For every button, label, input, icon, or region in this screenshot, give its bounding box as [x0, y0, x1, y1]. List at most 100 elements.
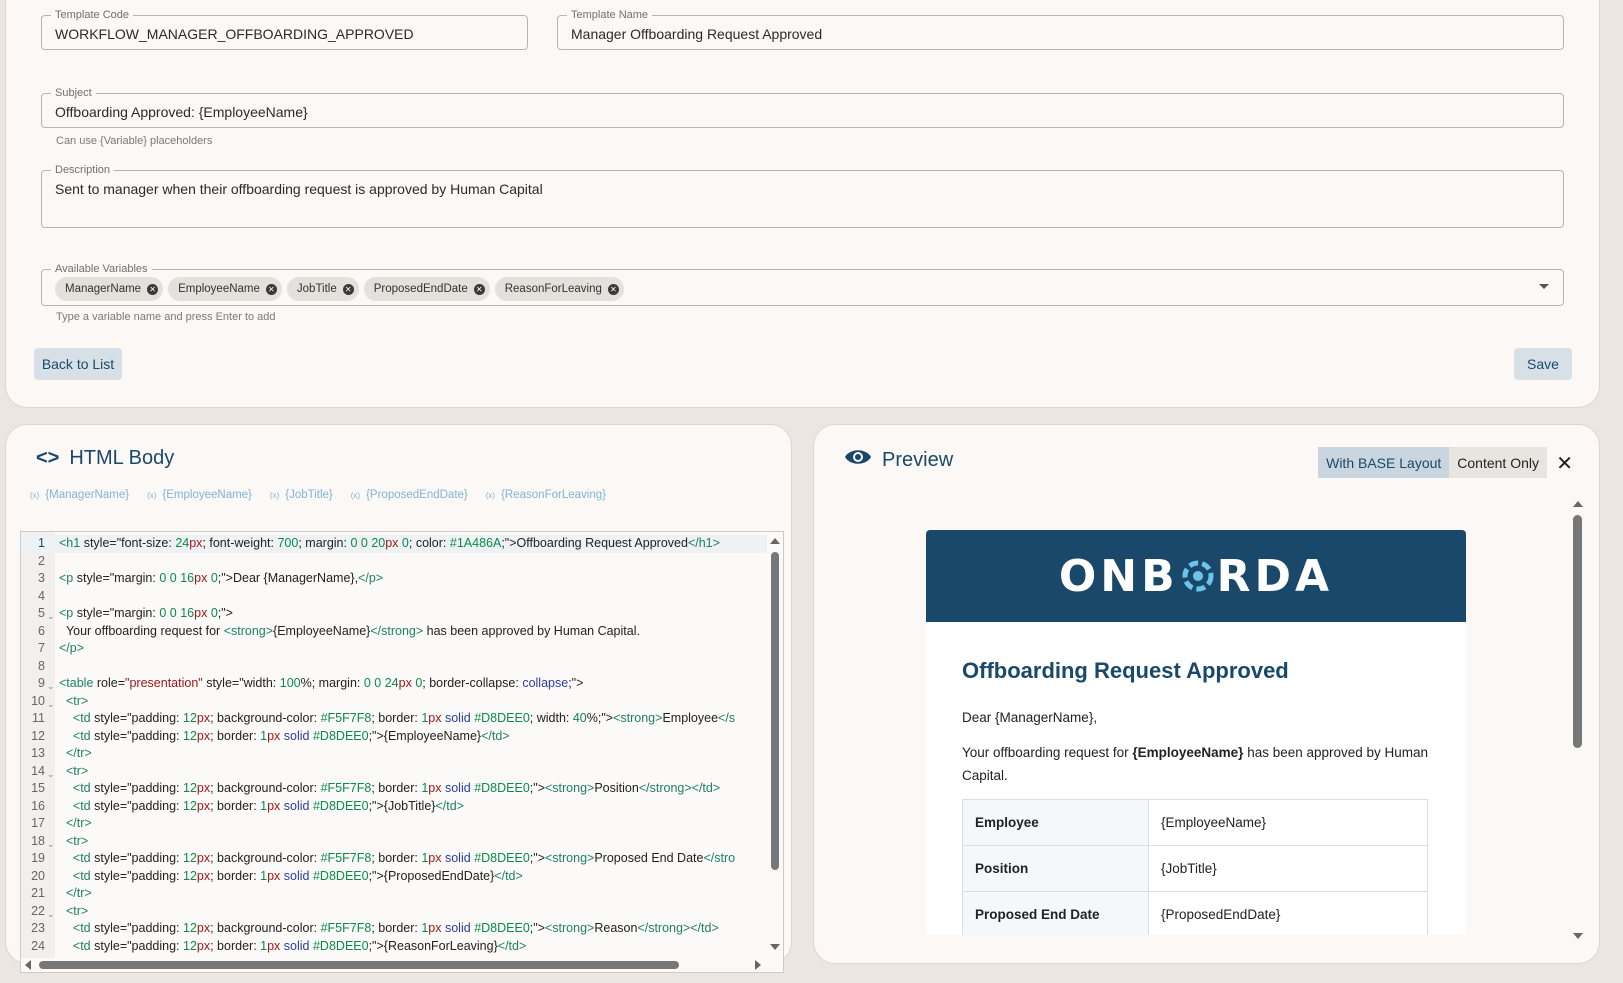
- remove-chip-icon[interactable]: ✕: [147, 283, 159, 295]
- variable-chip[interactable]: ManagerName ✕: [55, 277, 164, 301]
- scroll-left-icon[interactable]: [25, 960, 31, 970]
- code-text[interactable]: <p style="margin: 0 0 16px 0;">: [59, 605, 233, 623]
- template-code-field[interactable]: Template Code WORKFLOW_MANAGER_OFFBOARDI…: [41, 8, 528, 50]
- description-value[interactable]: Sent to manager when their offboarding r…: [55, 181, 543, 197]
- code-line[interactable]: 9 ⌄ <table role="presentation" style="widt…: [21, 675, 767, 693]
- code-line[interactable]: 7 </p>: [21, 640, 767, 658]
- code-line[interactable]: 24 <td style="padding: 12px; border: 1px…: [21, 938, 767, 956]
- insert-variable-chip[interactable]: (x) {JobTitle}: [270, 489, 333, 501]
- subject-field[interactable]: Subject Offboarding Approved: {EmployeeN…: [41, 86, 1564, 128]
- description-field[interactable]: Description Sent to manager when their o…: [41, 163, 1564, 228]
- template-form-card: Template Code WORKFLOW_MANAGER_OFFBOARDI…: [5, 0, 1600, 408]
- variable-chip[interactable]: ProposedEndDate ✕: [363, 277, 490, 301]
- insert-variable-chip[interactable]: (x) {EmployeeName}: [147, 489, 252, 501]
- remove-chip-icon[interactable]: ✕: [473, 283, 485, 295]
- code-line[interactable]: 4: [21, 588, 767, 606]
- code-lines[interactable]: 1 <h1 style="font-size: 24px; font-weight…: [21, 535, 767, 955]
- scroll-thumb[interactable]: [771, 552, 779, 870]
- line-number: 10: [31, 693, 45, 708]
- with-base-layout-toggle[interactable]: With BASE Layout: [1318, 447, 1450, 478]
- remove-chip-icon[interactable]: ✕: [342, 283, 354, 295]
- code-line[interactable]: 20 <td style="padding: 12px; border: 1px…: [21, 868, 767, 886]
- code-line[interactable]: 13 </tr>: [21, 745, 767, 763]
- code-line[interactable]: 21 </tr>: [21, 885, 767, 903]
- template-name-value[interactable]: Manager Offboarding Request Approved: [571, 26, 822, 42]
- insert-variable-chip[interactable]: (x) {ManagerName}: [30, 489, 129, 501]
- code-text[interactable]: </tr>: [59, 815, 92, 833]
- back-to-list-button[interactable]: Back to List: [34, 348, 122, 380]
- code-line[interactable]: 14 ⌄ <tr>: [21, 763, 767, 781]
- code-line[interactable]: 23 <td style="padding: 12px; background-…: [21, 920, 767, 938]
- code-text[interactable]: <tr>: [59, 833, 88, 851]
- code-text[interactable]: Your offboarding request for <strong>{Em…: [59, 623, 640, 641]
- code-text[interactable]: <td style="padding: 12px; border: 1px so…: [59, 938, 526, 956]
- template-code-label: Template Code: [51, 8, 133, 22]
- code-text[interactable]: </p>: [59, 640, 84, 658]
- code-line[interactable]: 11 <td style="padding: 12px; background-…: [21, 710, 767, 728]
- code-line[interactable]: 5 ⌄ <p style="margin: 0 0 16px 0;">: [21, 605, 767, 623]
- code-line[interactable]: 10 ⌄ <tr>: [21, 693, 767, 711]
- code-text[interactable]: <p style="margin: 0 0 16px 0;">Dear {Man…: [59, 570, 383, 588]
- code-line[interactable]: 18 ⌄ <tr>: [21, 833, 767, 851]
- template-code-value[interactable]: WORKFLOW_MANAGER_OFFBOARDING_APPROVED: [55, 26, 414, 42]
- layout-toggle[interactable]: With BASE Layout Content Only: [1318, 447, 1547, 478]
- code-text[interactable]: <td style="padding: 12px; background-col…: [59, 850, 735, 868]
- code-text[interactable]: </tr>: [59, 745, 92, 763]
- code-text[interactable]: <td style="padding: 12px; background-col…: [59, 780, 720, 798]
- content-only-toggle[interactable]: Content Only: [1449, 447, 1547, 478]
- code-text[interactable]: <tr>: [59, 903, 88, 921]
- scroll-up-icon[interactable]: [770, 538, 780, 544]
- code-text[interactable]: <h1 style="font-size: 24px; font-weight:…: [59, 535, 720, 553]
- code-text[interactable]: <td style="padding: 12px; background-col…: [59, 920, 719, 938]
- code-line[interactable]: 8: [21, 658, 767, 676]
- code-text[interactable]: <td style="padding: 12px; border: 1px so…: [59, 798, 464, 816]
- line-number: 7: [38, 641, 45, 655]
- code-line[interactable]: 12 <td style="padding: 12px; border: 1px…: [21, 728, 767, 746]
- scroll-down-icon[interactable]: [770, 944, 780, 950]
- code-line[interactable]: 1 <h1 style="font-size: 24px; font-weight…: [21, 535, 767, 553]
- code-text[interactable]: <td style="padding: 12px; border: 1px so…: [59, 868, 523, 886]
- scroll-down-icon[interactable]: [1573, 933, 1583, 939]
- insert-variable-label: {EmployeeName}: [162, 489, 252, 501]
- template-name-field[interactable]: Template Name Manager Offboarding Reques…: [557, 8, 1564, 50]
- insert-variable-chip[interactable]: (x) {ReasonForLeaving}: [486, 489, 606, 501]
- line-number: 8: [38, 658, 45, 673]
- save-button[interactable]: Save: [1514, 348, 1572, 380]
- code-text[interactable]: <td style="padding: 12px; border: 1px so…: [59, 728, 510, 746]
- variable-chip[interactable]: EmployeeName ✕: [168, 277, 282, 301]
- scroll-thumb[interactable]: [1573, 515, 1582, 748]
- preview-vertical-scrollbar[interactable]: [1573, 501, 1583, 939]
- scroll-thumb[interactable]: [39, 961, 679, 969]
- close-icon[interactable]: ✕: [1556, 451, 1573, 476]
- code-text[interactable]: <table role="presentation" style="width:…: [59, 675, 583, 693]
- code-line[interactable]: 17 </tr>: [21, 815, 767, 833]
- code-line[interactable]: 16 <td style="padding: 12px; border: 1px…: [21, 798, 767, 816]
- editor-vertical-scrollbar[interactable]: [767, 532, 783, 972]
- variable-chip[interactable]: ReasonForLeaving ✕: [494, 277, 624, 301]
- variable-chip[interactable]: JobTitle ✕: [286, 277, 359, 301]
- email-heading: Offboarding Request Approved: [962, 658, 1289, 683]
- editor-horizontal-scrollbar[interactable]: [21, 958, 783, 972]
- code-text[interactable]: <td style="padding: 12px; background-col…: [59, 710, 735, 728]
- code-editor[interactable]: 1 <h1 style="font-size: 24px; font-weight…: [20, 531, 784, 973]
- scroll-right-icon[interactable]: [755, 960, 761, 970]
- code-line[interactable]: 15 <td style="padding: 12px; background-…: [21, 780, 767, 798]
- line-number: 21: [31, 886, 45, 900]
- code-line[interactable]: 6 Your offboarding request for <strong>{…: [21, 623, 767, 641]
- code-line[interactable]: 19 <td style="padding: 12px; background-…: [21, 850, 767, 868]
- code-line[interactable]: 3 <p style="margin: 0 0 16px 0;">Dear {Ma…: [21, 570, 767, 588]
- preview-header: Preview: [844, 447, 953, 473]
- subject-value[interactable]: Offboarding Approved: {EmployeeName}: [55, 104, 308, 120]
- subject-helper-text: Can use {Variable} placeholders: [56, 135, 213, 147]
- remove-chip-icon[interactable]: ✕: [607, 283, 619, 295]
- code-line[interactable]: 2: [21, 553, 767, 571]
- remove-chip-icon[interactable]: ✕: [265, 283, 277, 295]
- variables-field[interactable]: Available Variables ManagerName ✕ Employe…: [41, 262, 1564, 306]
- code-text[interactable]: <tr>: [59, 763, 88, 781]
- code-text[interactable]: <tr>: [59, 693, 88, 711]
- scroll-up-icon[interactable]: [1573, 501, 1583, 507]
- insert-variable-chip[interactable]: (x) {ProposedEndDate}: [351, 489, 468, 501]
- code-line[interactable]: 22 ⌄ <tr>: [21, 903, 767, 921]
- code-text[interactable]: </tr>: [59, 885, 92, 903]
- dropdown-arrow-icon[interactable]: [1539, 284, 1549, 289]
